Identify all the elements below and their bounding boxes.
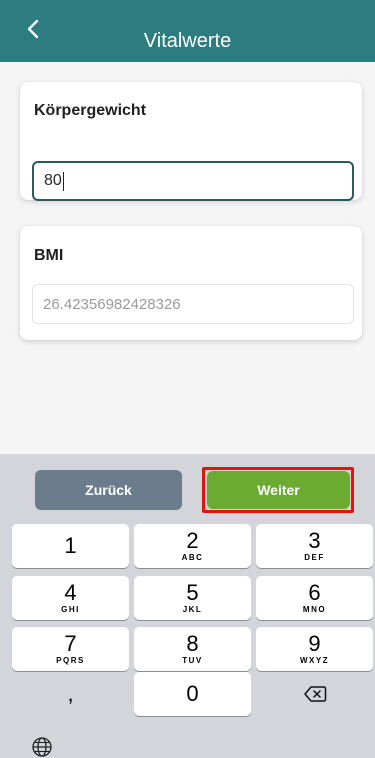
numeric-keyboard: Zurück Weiter 1 2 ABC 3 DEF 4 GHI 5 JKL … bbox=[0, 454, 375, 758]
key-digit: 3 bbox=[308, 528, 321, 553]
next-button[interactable]: Weiter bbox=[207, 471, 350, 509]
key-3[interactable]: 3 DEF bbox=[256, 524, 373, 568]
page-title: Vitalwerte bbox=[143, 30, 232, 52]
key-digit: 7 bbox=[64, 631, 77, 656]
key-letters: WXYZ bbox=[299, 656, 330, 665]
key-letters: ABC bbox=[181, 553, 204, 562]
bmi-card: BMI 26.42356982428326 bbox=[20, 226, 362, 340]
key-digit: , bbox=[67, 681, 74, 706]
key-0[interactable]: 0 bbox=[134, 672, 251, 716]
globe-icon[interactable] bbox=[31, 736, 53, 758]
key-6[interactable]: 6 MNO bbox=[256, 576, 373, 620]
key-8[interactable]: 8 TUV bbox=[134, 627, 251, 671]
key-letters: PQRS bbox=[56, 656, 85, 665]
key-2[interactable]: 2 ABC bbox=[134, 524, 251, 568]
key-comma[interactable]: , bbox=[12, 672, 129, 716]
text-caret bbox=[62, 171, 64, 191]
key-letters: DEF bbox=[304, 553, 325, 562]
weight-value: 80 bbox=[44, 172, 62, 189]
key-letters: TUV bbox=[182, 656, 203, 665]
weight-label: Körpergewicht bbox=[34, 102, 147, 119]
key-4[interactable]: 4 GHI bbox=[12, 576, 129, 620]
key-letters: GHI bbox=[61, 605, 80, 614]
key-digit: 1 bbox=[64, 533, 77, 558]
weight-input[interactable]: 80 bbox=[32, 161, 354, 201]
key-digit: 2 bbox=[186, 528, 199, 553]
key-backspace[interactable] bbox=[256, 672, 373, 716]
key-digit: 8 bbox=[186, 631, 199, 656]
weight-card: Körpergewicht 80 bbox=[20, 82, 362, 201]
key-digit: 9 bbox=[308, 631, 321, 656]
bmi-value: 26.42356982428326 bbox=[43, 295, 181, 313]
key-letters: MNO bbox=[302, 605, 327, 614]
bmi-field: 26.42356982428326 bbox=[32, 284, 354, 324]
key-9[interactable]: 9 WXYZ bbox=[256, 627, 373, 671]
key-5[interactable]: 5 JKL bbox=[134, 576, 251, 620]
key-digit: 4 bbox=[64, 580, 77, 605]
key-digit: 5 bbox=[186, 580, 199, 605]
key-digit: 0 bbox=[186, 681, 199, 706]
key-digit: 6 bbox=[308, 580, 321, 605]
form-area: Körpergewicht 80 BMI 26.42356982428326 bbox=[0, 62, 375, 454]
bmi-label: BMI bbox=[34, 247, 64, 264]
key-letters: JKL bbox=[182, 605, 203, 614]
key-7[interactable]: 7 PQRS bbox=[12, 627, 129, 671]
app-header: Vitalwerte bbox=[0, 0, 375, 62]
key-1[interactable]: 1 bbox=[12, 524, 129, 568]
backspace-icon bbox=[303, 686, 326, 702]
back-button[interactable]: Zurück bbox=[35, 470, 182, 510]
